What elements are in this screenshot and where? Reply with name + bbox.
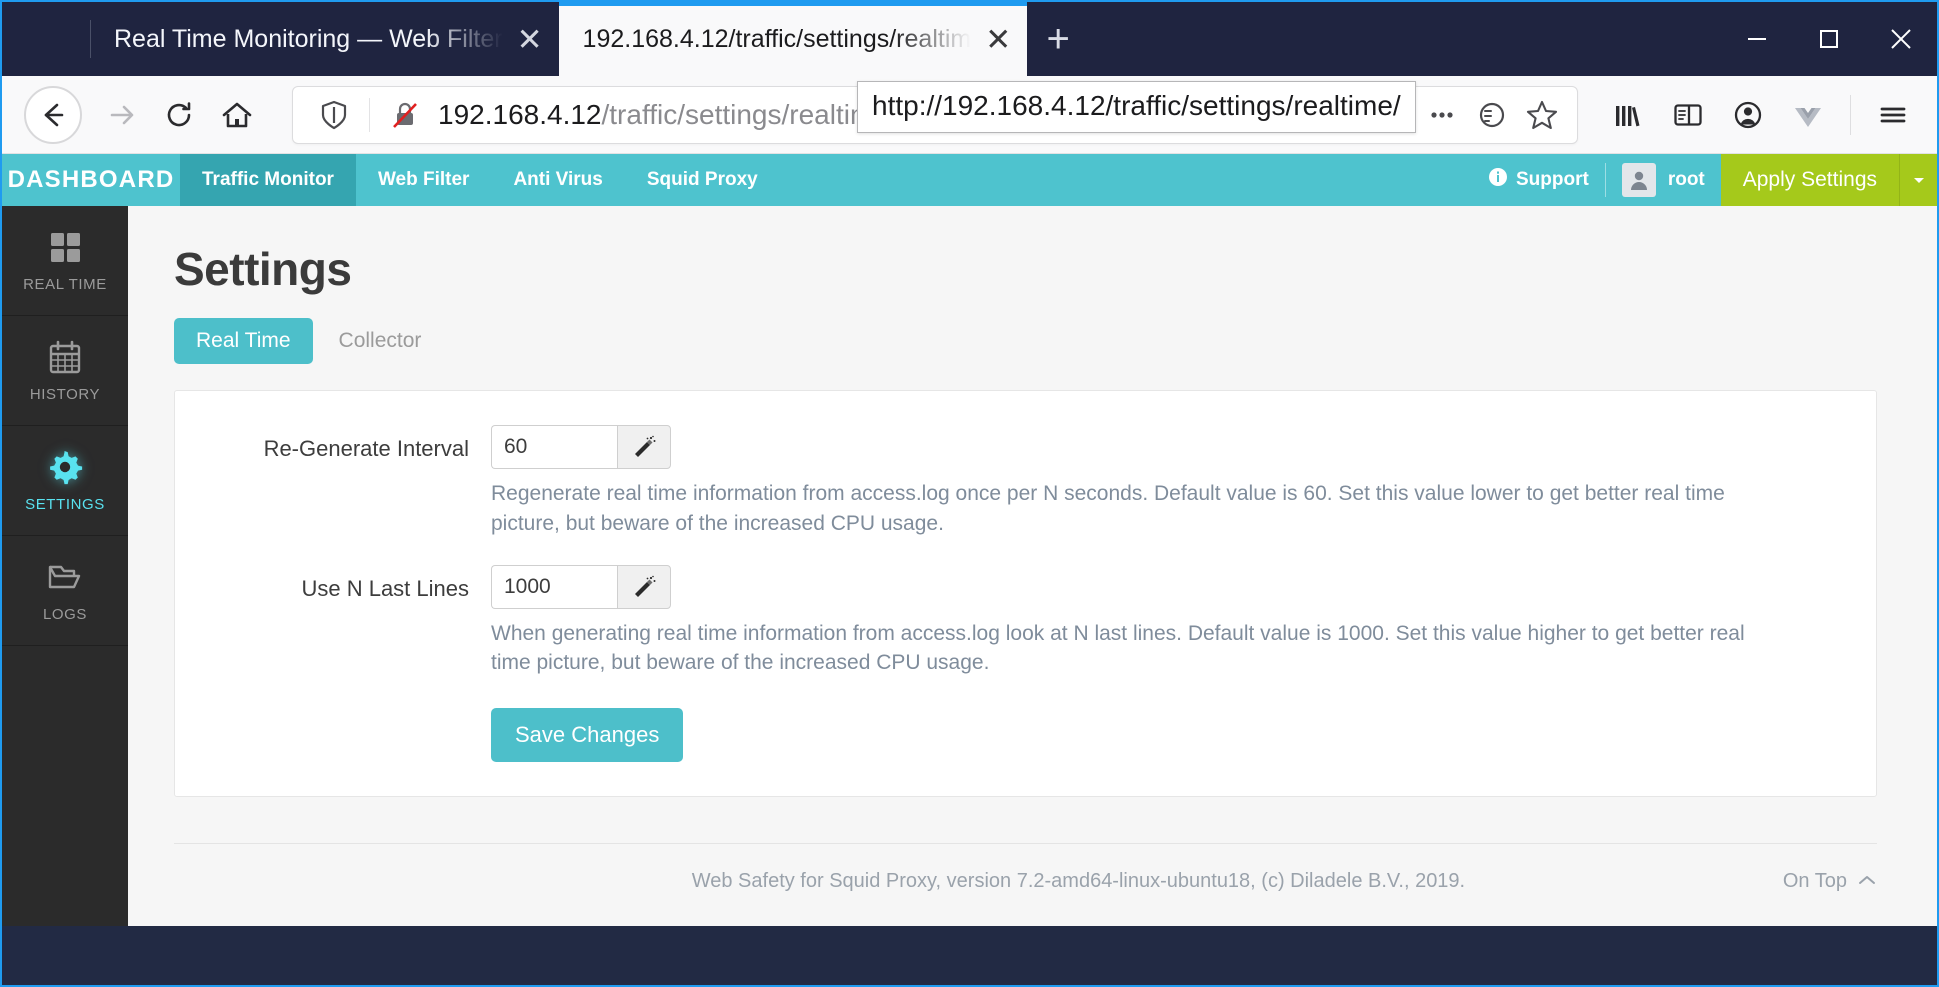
url-divider — [369, 97, 370, 132]
nav-traffic-monitor[interactable]: Traffic Monitor — [180, 154, 356, 206]
support-label: Support — [1515, 169, 1589, 190]
insecure-connection-icon[interactable] — [380, 90, 430, 140]
tabstrip-left-spacer — [2, 2, 90, 76]
grid-icon — [46, 228, 84, 266]
settings-panel: Re-Generate Interval 60 Regenerate real … — [174, 390, 1877, 798]
browser-window: Real Time Monitoring — Web Filter ✕ 192.… — [0, 0, 1939, 987]
sidebar-filler — [2, 646, 128, 926]
app-footer: Web Safety for Squid Proxy, version 7.2-… — [174, 843, 1877, 893]
sidebar-item-logs[interactable]: LOGS — [2, 536, 128, 646]
sidebar-icon[interactable] — [1658, 86, 1718, 144]
bookmark-star-icon[interactable] — [1517, 90, 1567, 140]
user-label: root — [1667, 169, 1705, 190]
chevron-up-icon — [1857, 870, 1877, 893]
magic-wand-icon[interactable] — [617, 425, 671, 469]
field-label: Use N Last Lines — [301, 575, 469, 601]
hamburger-menu-icon[interactable] — [1863, 86, 1923, 144]
tab-title: 192.168.4.12/traffic/settings/realtim — [582, 24, 972, 53]
field-row-use-n-last-lines: Use N Last Lines — [175, 564, 1846, 609]
tab-collector[interactable]: Collector — [317, 318, 444, 364]
page-actions-icon[interactable] — [1417, 90, 1467, 140]
settings-tabs: Real Time Collector — [174, 318, 1877, 364]
sidebar: REAL TIME HISTORY SETTINGS LOGS — [2, 206, 128, 926]
sidebar-item-label: REAL TIME — [23, 276, 107, 293]
tracking-protection-shield-icon[interactable] — [309, 90, 359, 140]
regenerate-interval-input[interactable] — [491, 425, 617, 469]
url-host: 192.168.4.12 — [438, 98, 602, 130]
sidebar-item-label: HISTORY — [29, 386, 101, 403]
support-link[interactable]: Support — [1472, 167, 1605, 193]
reader-mode-icon[interactable] — [1467, 90, 1517, 140]
user-menu[interactable]: root — [1606, 163, 1721, 197]
tab-strip: Real Time Monitoring — Web Filter ✕ 192.… — [2, 2, 1937, 76]
tab-title: Real Time Monitoring — Web Filter — [114, 24, 503, 53]
avatar — [1621, 163, 1656, 197]
folder-icon — [46, 558, 84, 596]
toolbar-right-icons — [1598, 86, 1923, 144]
page-title: Settings — [174, 243, 352, 295]
app-brand[interactable]: DASHBOARD — [2, 154, 180, 206]
minimize-button[interactable] — [1721, 2, 1793, 76]
on-top-label: On Top — [1782, 870, 1847, 893]
calendar-icon — [46, 338, 84, 376]
sidebar-item-label: SETTINGS — [25, 496, 105, 513]
back-arrow-icon[interactable] — [24, 85, 82, 144]
account-icon[interactable] — [1718, 86, 1778, 144]
nav-anti-virus[interactable]: Anti Virus — [491, 154, 624, 206]
close-icon[interactable]: ✕ — [517, 24, 543, 55]
web-app: DASHBOARD Traffic Monitor Web Filter Ant… — [2, 154, 1937, 926]
app-navbar: DASHBOARD Traffic Monitor Web Filter Ant… — [2, 154, 1937, 206]
forward-arrow-icon — [92, 86, 150, 144]
url-tooltip: http://192.168.4.12/traffic/settings/rea… — [857, 81, 1416, 133]
use-n-last-lines-input[interactable] — [491, 564, 617, 609]
close-icon[interactable]: ✕ — [985, 24, 1011, 55]
sidebar-item-label: LOGS — [42, 606, 88, 623]
library-icon[interactable] — [1598, 86, 1658, 144]
save-changes-button[interactable]: Save Changes — [491, 708, 684, 763]
info-icon — [1488, 167, 1508, 193]
nav-squid-proxy[interactable]: Squid Proxy — [625, 154, 780, 206]
content-area: Settings Real Time Collector Re-Generate… — [128, 206, 1937, 926]
browser-tab-1[interactable]: Real Time Monitoring — Web Filter ✕ — [90, 2, 559, 76]
maximize-button[interactable] — [1793, 2, 1865, 76]
field-help-text: When generating real time information fr… — [491, 621, 1745, 675]
toolbar-divider — [1850, 94, 1851, 135]
tab-real-time[interactable]: Real Time — [174, 318, 313, 364]
nav-web-filter[interactable]: Web Filter — [356, 154, 492, 206]
new-tab-button[interactable]: + — [1027, 2, 1089, 76]
sidebar-item-settings[interactable]: SETTINGS — [2, 426, 128, 536]
chevron-down-icon[interactable] — [1899, 154, 1937, 206]
vue-devtools-icon[interactable] — [1778, 86, 1838, 144]
browser-tab-2[interactable]: 192.168.4.12/traffic/settings/realtim ✕ — [558, 2, 1028, 76]
window-controls — [1721, 2, 1937, 76]
apply-settings-button[interactable]: Apply Settings — [1720, 154, 1899, 206]
input-group — [491, 564, 671, 609]
apply-settings-group: Apply Settings — [1720, 154, 1937, 206]
field-label: Re-Generate Interval — [263, 436, 469, 461]
sidebar-item-history[interactable]: HISTORY — [2, 316, 128, 426]
on-top-button[interactable]: On Top — [1783, 870, 1877, 893]
gear-icon — [46, 448, 84, 486]
footer-copyright: Web Safety for Squid Proxy, version 7.2-… — [691, 870, 1466, 893]
app-navbar-right: Support root Apply Settings — [1472, 154, 1937, 206]
input-group — [491, 425, 671, 469]
close-button[interactable] — [1865, 2, 1937, 76]
url-path: /traffic/settings/realtim — [601, 98, 874, 130]
reload-icon[interactable] — [150, 86, 208, 144]
save-row: Save Changes — [491, 708, 1846, 763]
field-row-regenerate-interval: Re-Generate Interval — [175, 425, 1846, 469]
field-help-text: Regenerate real time information from ac… — [491, 482, 1725, 535]
home-icon[interactable] — [208, 86, 266, 144]
sidebar-item-real-time[interactable]: REAL TIME — [2, 206, 128, 316]
magic-wand-icon[interactable] — [617, 564, 671, 609]
app-body: REAL TIME HISTORY SETTINGS LOGS Settings… — [2, 206, 1937, 926]
